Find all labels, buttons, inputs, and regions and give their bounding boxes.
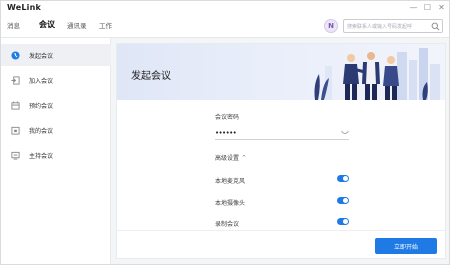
eye-icon[interactable] xyxy=(341,130,349,136)
search-icon[interactable] xyxy=(431,22,440,31)
option-row-record: 录制会议 xyxy=(215,218,349,228)
top-nav: 消息 会议 通讯录 工作 N 搜索联系人或输入号码发起呼 xyxy=(1,15,449,38)
chevron-up-icon: ^ xyxy=(242,154,247,161)
sidebar-item-label: 预约会议 xyxy=(29,102,54,110)
search-placeholder: 搜索联系人或输入号码发起呼 xyxy=(347,24,413,30)
sidebar-item-label: 发起会议 xyxy=(29,52,54,60)
microphone-toggle[interactable] xyxy=(337,175,349,182)
my-meetings-icon xyxy=(11,126,20,135)
sidebar-item-label: 加入会议 xyxy=(29,77,54,85)
sidebar-item-join-meeting[interactable]: 加入会议 xyxy=(1,69,111,91)
tab-work[interactable]: 工作 xyxy=(99,20,112,30)
sidebar-item-host-meeting[interactable]: 主持会议 xyxy=(1,144,111,166)
camera-toggle[interactable] xyxy=(337,197,349,204)
close-button[interactable]: ✕ xyxy=(436,2,447,13)
advanced-settings-label: 高级设置 xyxy=(215,155,240,162)
toggle-knob xyxy=(343,219,348,224)
sidebar: 发起会议 加入会议 预约会议 我的会议 主持会议 xyxy=(1,38,111,264)
sidebar-item-my-meetings[interactable]: 我的会议 xyxy=(1,119,111,141)
option-label: 录制会议 xyxy=(215,221,240,228)
tab-meetings[interactable]: 会议 xyxy=(39,19,55,30)
advanced-settings-toggle[interactable]: 高级设置 ^ xyxy=(215,153,247,163)
toggle-knob xyxy=(343,176,348,181)
password-value: •••••• xyxy=(215,129,237,137)
avatar[interactable]: N xyxy=(324,19,338,33)
option-row-microphone: 本地麦克风 xyxy=(215,175,349,185)
sidebar-item-label: 我的会议 xyxy=(29,127,54,135)
welink-window: WeLink — ☐ ✕ 消息 会议 通讯录 工作 N 搜索联系人或输入号码发起… xyxy=(0,0,450,265)
tab-contacts[interactable]: 通讯录 xyxy=(67,20,87,30)
host-meeting-icon xyxy=(11,151,20,160)
sidebar-item-label: 主持会议 xyxy=(29,152,54,160)
start-now-button[interactable]: 立即开始 xyxy=(375,238,437,254)
option-label: 本地摄像头 xyxy=(215,200,246,207)
divider xyxy=(117,230,445,231)
app-name: WeLink xyxy=(7,3,42,12)
password-label: 会议密码 xyxy=(215,114,240,121)
maximize-button[interactable]: ☐ xyxy=(422,2,433,13)
tab-messages[interactable]: 消息 xyxy=(7,20,20,30)
title-bar: WeLink — ☐ ✕ xyxy=(1,1,449,15)
calendar-icon xyxy=(11,100,20,110)
join-meeting-icon xyxy=(11,75,20,85)
video-call-icon xyxy=(11,50,20,60)
option-label: 本地麦克风 xyxy=(215,178,246,185)
password-field[interactable]: •••••• xyxy=(215,128,349,140)
page-title: 发起会议 xyxy=(131,71,171,82)
banner: 发起会议 xyxy=(117,44,445,100)
window-controls: — ☐ ✕ xyxy=(405,2,447,13)
minimize-button[interactable]: — xyxy=(408,2,419,13)
record-toggle[interactable] xyxy=(337,218,349,225)
sidebar-item-start-meeting[interactable]: 发起会议 xyxy=(1,44,111,66)
toggle-knob xyxy=(343,198,348,203)
business-people-illustration xyxy=(314,48,440,100)
start-meeting-panel: 发起会议 会议密码 •••••• 高级设置 ^ 本地麦克风 本地摄像头 录制会议… xyxy=(116,43,446,259)
sidebar-item-schedule-meeting[interactable]: 预约会议 xyxy=(1,94,111,116)
search-input[interactable]: 搜索联系人或输入号码发起呼 xyxy=(343,19,443,33)
option-row-camera: 本地摄像头 xyxy=(215,197,349,207)
